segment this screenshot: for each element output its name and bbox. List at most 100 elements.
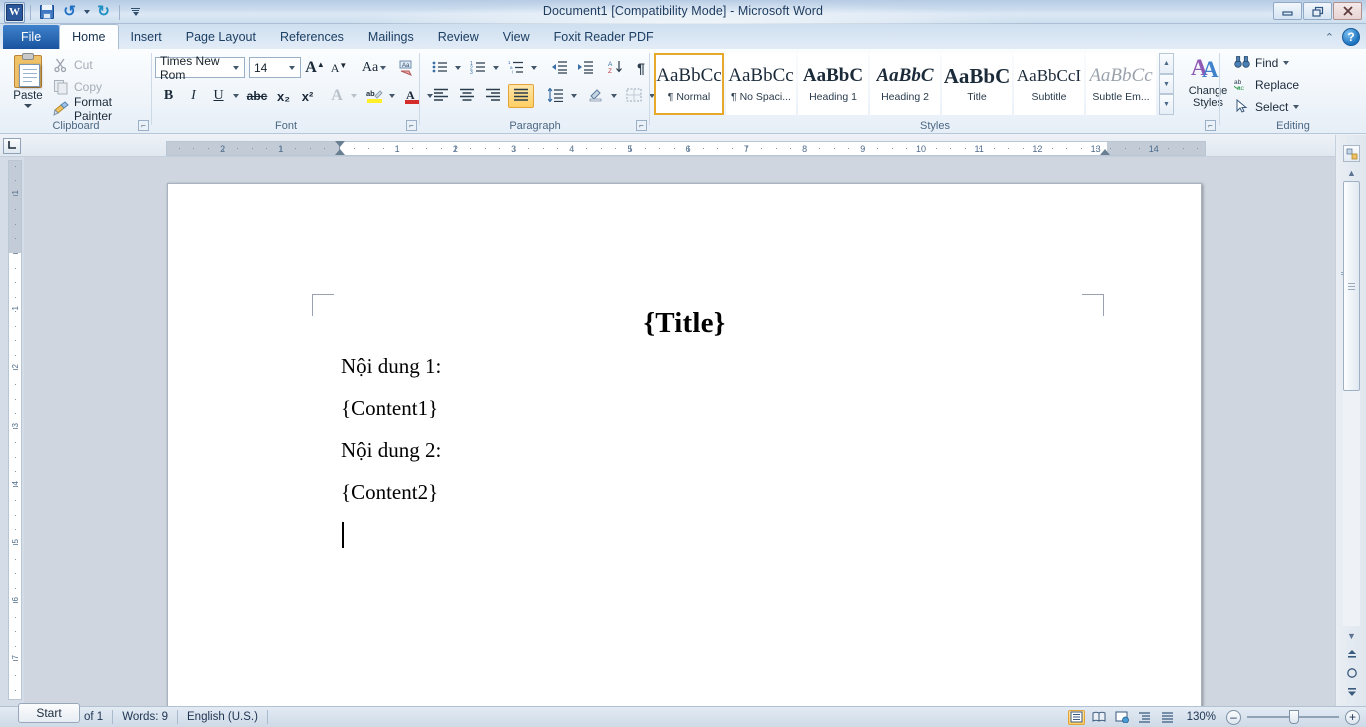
styles-dialog-launcher[interactable]: ⌐: [1205, 120, 1216, 131]
paste-button[interactable]: Paste: [6, 53, 50, 108]
word-count[interactable]: Words: 9: [113, 707, 177, 727]
increase-indent-button[interactable]: [574, 57, 598, 79]
start-button[interactable]: Start: [18, 703, 80, 723]
style-heading-1[interactable]: AaBbC Heading 1: [798, 53, 868, 115]
subscript-button[interactable]: x₂: [272, 85, 295, 107]
ruler-tick: [863, 148, 864, 149]
zoom-level[interactable]: 130%: [1183, 707, 1220, 727]
line-spacing-button[interactable]: [544, 85, 568, 107]
first-line-indent-marker[interactable]: [335, 141, 345, 147]
style-title[interactable]: AaBbC Title: [942, 53, 1012, 115]
paragraph-dialog-launcher[interactable]: ⌐: [636, 120, 647, 131]
sort-button[interactable]: A Z: [604, 57, 628, 79]
scroll-down-button[interactable]: ▼: [1343, 630, 1360, 642]
draft-view-button[interactable]: [1160, 710, 1177, 725]
borders-button[interactable]: [622, 85, 646, 107]
highlight-button[interactable]: ab: [362, 85, 386, 107]
tab-mailings[interactable]: Mailings: [356, 25, 426, 49]
tab-references[interactable]: References: [268, 25, 356, 49]
change-case-button[interactable]: Aa: [359, 57, 389, 79]
justify-icon: [513, 88, 529, 104]
tab-view[interactable]: View: [491, 25, 542, 49]
language-indicator[interactable]: English (U.S.): [178, 707, 267, 727]
numbering-button[interactable]: 123: [466, 57, 490, 79]
zoom-in-button[interactable]: +: [1345, 709, 1360, 725]
scroll-up-button[interactable]: ▲: [1343, 167, 1360, 179]
style-no-spacing[interactable]: AaBbCc ¶ No Spaci...: [726, 53, 796, 115]
style-normal[interactable]: AaBbCc ¶ Normal: [654, 53, 724, 115]
tab-foxit-reader-pdf[interactable]: Foxit Reader PDF: [542, 25, 666, 49]
full-screen-reading-view-button[interactable]: [1091, 710, 1108, 725]
bullets-dropdown[interactable]: [452, 57, 463, 79]
line-spacing-dropdown[interactable]: [568, 85, 579, 107]
tab-file[interactable]: File: [3, 25, 60, 49]
document-canvas[interactable]: {Title} Nội dung 1: {Content1} Nội dung …: [24, 157, 1335, 706]
style-subtle-emphasis[interactable]: AaBbCc Subtle Em...: [1086, 53, 1156, 115]
font-family-combobox[interactable]: Times New Rom: [155, 54, 245, 82]
cut-button[interactable]: Cut: [50, 54, 96, 75]
select-browse-object-button[interactable]: [1343, 664, 1360, 681]
grow-font-button[interactable]: A ▲: [304, 57, 326, 79]
justify-button[interactable]: [508, 84, 534, 108]
restore-button[interactable]: [1303, 2, 1332, 20]
tab-stop-selector-button[interactable]: [3, 138, 21, 154]
tab-home[interactable]: Home: [59, 24, 119, 49]
help-button[interactable]: ?: [1342, 28, 1360, 46]
print-layout-view-button[interactable]: [1067, 709, 1085, 725]
outline-view-button[interactable]: [1137, 710, 1154, 725]
italic-button[interactable]: I: [182, 85, 205, 107]
tab-review[interactable]: Review: [426, 25, 491, 49]
decrease-indent-button[interactable]: [548, 57, 572, 79]
align-left-button[interactable]: [428, 85, 454, 107]
hanging-indent-marker[interactable]: [335, 149, 345, 155]
superscript-button[interactable]: x²: [296, 85, 319, 107]
text-effects-dropdown[interactable]: [348, 85, 359, 107]
document-page[interactable]: {Title} Nội dung 1: {Content1} Nội dung …: [167, 183, 1202, 706]
styles-scroll-up-button[interactable]: ▲: [1159, 53, 1174, 74]
zoom-slider-thumb[interactable]: [1289, 710, 1299, 724]
clipboard-dialog-launcher[interactable]: ⌐: [138, 120, 149, 131]
shading-dropdown[interactable]: [608, 85, 619, 107]
multilevel-list-button[interactable]: 1ai: [504, 57, 528, 79]
font-dialog-launcher[interactable]: ⌐: [406, 120, 417, 131]
vertical-ruler[interactable]: 11234567: [8, 160, 22, 700]
bullets-button[interactable]: [428, 57, 452, 79]
select-button[interactable]: Select: [1234, 96, 1300, 117]
numbering-dropdown[interactable]: [490, 57, 501, 79]
select-browse-object-top-button[interactable]: [1343, 145, 1360, 162]
shading-button[interactable]: [584, 85, 608, 107]
zoom-slider[interactable]: [1247, 710, 1339, 724]
multilevel-list-dropdown[interactable]: [528, 57, 539, 79]
find-button[interactable]: Find: [1234, 52, 1290, 73]
replace-button[interactable]: ab ac Replace: [1233, 74, 1299, 95]
text-effects-button[interactable]: A: [326, 85, 348, 107]
tab-page-layout[interactable]: Page Layout: [174, 25, 268, 49]
style-subtitle[interactable]: AaBbCcI Subtitle: [1014, 53, 1084, 115]
underline-dropdown[interactable]: [230, 85, 241, 107]
minimize-button[interactable]: [1273, 2, 1302, 20]
close-button[interactable]: [1333, 2, 1362, 20]
previous-page-button[interactable]: [1343, 645, 1360, 662]
tab-insert[interactable]: Insert: [119, 25, 174, 49]
vertical-scrollbar[interactable]: ▲ ▼: [1335, 135, 1366, 706]
align-right-button[interactable]: [480, 85, 506, 107]
highlight-dropdown[interactable]: [386, 85, 397, 107]
horizontal-ruler[interactable]: 211234567891011121314: [166, 141, 1206, 156]
format-painter-button[interactable]: Format Painter: [50, 95, 152, 123]
web-layout-view-button[interactable]: [1114, 710, 1131, 725]
shrink-font-button[interactable]: A ▼: [328, 57, 350, 79]
next-page-button[interactable]: [1343, 683, 1360, 700]
collapse-ribbon-icon[interactable]: ⌃: [1325, 31, 1334, 44]
style-heading-2[interactable]: AaBbC Heading 2: [870, 53, 940, 115]
bold-button[interactable]: B: [157, 85, 180, 107]
scrollbar-thumb[interactable]: [1343, 181, 1360, 391]
styles-more-button[interactable]: ▼: [1159, 94, 1174, 116]
strikethrough-button[interactable]: abc: [244, 85, 270, 107]
font-size-combobox[interactable]: 14: [249, 57, 301, 78]
align-center-button[interactable]: [454, 85, 480, 107]
underline-button[interactable]: U: [207, 85, 230, 107]
clear-formatting-button[interactable]: Aa: [394, 57, 418, 79]
right-indent-marker[interactable]: [1100, 149, 1110, 155]
zoom-out-button[interactable]: –: [1226, 709, 1241, 725]
styles-scroll-down-button[interactable]: ▼: [1159, 73, 1174, 95]
